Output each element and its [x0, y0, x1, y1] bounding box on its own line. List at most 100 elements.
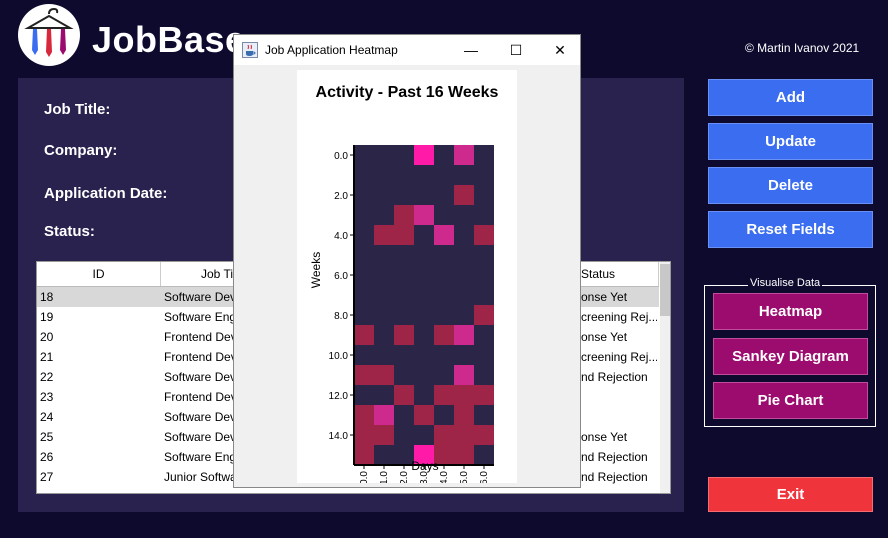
- heatmap-cell: [434, 385, 454, 405]
- heatmap-cell: [394, 145, 414, 165]
- status-label: Status:: [44, 223, 95, 240]
- cell-status: nd Rejection: [581, 470, 648, 484]
- cell-job-title: Software Eng: [164, 310, 236, 324]
- heatmap-cell: [434, 205, 454, 225]
- heatmap-cell: [414, 325, 434, 345]
- heatmap-cell: [434, 365, 454, 385]
- heatmap-cell: [434, 285, 454, 305]
- dialog-title: Job Application Heatmap: [265, 43, 398, 57]
- heatmap-cell: [394, 325, 414, 345]
- heatmap-cell: [474, 345, 494, 365]
- y-tick-label: 6.0: [334, 271, 348, 282]
- table-scrollbar[interactable]: [660, 262, 670, 493]
- heatmap-cell: [474, 225, 494, 245]
- y-tick-label: 0.0: [334, 151, 348, 162]
- x-tick-label: 6.0: [479, 471, 490, 483]
- x-tick-label: 5.0: [459, 471, 470, 483]
- heatmap-cell: [374, 325, 394, 345]
- heatmap-cell: [374, 385, 394, 405]
- heatmap-cell: [354, 225, 374, 245]
- heatmap-cell: [374, 265, 394, 285]
- cell-id: 23: [40, 390, 54, 404]
- heatmap-cell: [434, 425, 454, 445]
- heatmap-cell: [434, 225, 454, 245]
- heatmap-cell: [394, 185, 414, 205]
- column-header-status[interactable]: Status: [581, 262, 659, 286]
- y-tick-label: 14.0: [329, 431, 349, 442]
- heatmap-cell: [354, 405, 374, 425]
- heatmap-cell: [374, 425, 394, 445]
- close-icon[interactable]: ✕: [546, 39, 574, 61]
- heatmap-cell: [454, 205, 474, 225]
- cell-id: 26: [40, 450, 54, 464]
- cell-id: 20: [40, 330, 54, 344]
- heatmap-cell: [454, 445, 474, 465]
- heatmap-cell: [414, 145, 434, 165]
- app-title: JobBase: [92, 19, 246, 60]
- exit-button[interactable]: Exit: [708, 477, 873, 512]
- update-button[interactable]: Update: [708, 123, 873, 160]
- heatmap-cell: [414, 345, 434, 365]
- pie-chart-button[interactable]: Pie Chart: [713, 382, 868, 419]
- cell-status: nd Rejection: [581, 370, 648, 384]
- heatmap-cell: [454, 165, 474, 185]
- heatmap-cell: [354, 145, 374, 165]
- x-axis-label: Days: [411, 459, 438, 473]
- cell-job-title: Software Dev: [164, 430, 236, 444]
- chart-title: Activity - Past 16 Weeks: [316, 84, 499, 101]
- heatmap-cell: [394, 365, 414, 385]
- heatmap-cell: [474, 425, 494, 445]
- heatmap-chart-panel: Activity - Past 16 Weeks 0.0 2.0 4.0 6.0 8.0 1…: [297, 70, 517, 485]
- app-logo: [18, 4, 80, 66]
- heatmap-cell: [454, 325, 474, 345]
- heatmap-cell: [394, 245, 414, 265]
- heatmap-cell: [454, 345, 474, 365]
- heatmap-cell: [354, 365, 374, 385]
- add-button[interactable]: Add: [708, 79, 873, 116]
- table-scrollbar-thumb[interactable]: [660, 264, 670, 316]
- heatmap-cell: [394, 405, 414, 425]
- minimize-icon[interactable]: —: [457, 39, 485, 61]
- maximize-icon[interactable]: ☐: [502, 39, 530, 61]
- heatmap-button[interactable]: Heatmap: [713, 293, 868, 330]
- heatmap-cell: [434, 165, 454, 185]
- cell-job-title: Software Dev: [164, 370, 236, 384]
- heatmap-cell: [474, 405, 494, 425]
- heatmap-cell: [354, 165, 374, 185]
- cell-status: nd Rejection: [581, 450, 648, 464]
- cell-job-title: Software Dev: [164, 290, 236, 304]
- column-header-id[interactable]: ID: [37, 262, 161, 286]
- delete-button[interactable]: Delete: [708, 167, 873, 204]
- x-tick-label: 2.0: [399, 471, 410, 483]
- heatmap-cell: [474, 205, 494, 225]
- heatmap-cell: [474, 305, 494, 325]
- heatmap-cell: [374, 305, 394, 325]
- company-label: Company:: [44, 142, 118, 159]
- heatmap-cell: [414, 185, 434, 205]
- sankey-diagram-button[interactable]: Sankey Diagram: [713, 338, 868, 375]
- heatmap-chart: Activity - Past 16 Weeks 0.0 2.0 4.0 6.0 8.0 1…: [309, 84, 499, 485]
- heatmap-dialog[interactable]: Job Application Heatmap — ☐ ✕ Activity -…: [233, 34, 581, 488]
- heatmap-cell: [414, 225, 434, 245]
- heatmap-cell: [454, 245, 474, 265]
- heatmap-cell: [474, 365, 494, 385]
- heatmap-cell: [454, 185, 474, 205]
- heatmap-cell: [354, 385, 374, 405]
- heatmap-cell: [394, 425, 414, 445]
- heatmap-cell: [394, 265, 414, 285]
- heatmap-cell: [474, 245, 494, 265]
- heatmap-cell: [414, 285, 434, 305]
- cell-job-title: Frontend Dev: [164, 390, 236, 404]
- cell-id: 27: [40, 470, 54, 484]
- dialog-titlebar[interactable]: Job Application Heatmap — ☐ ✕: [234, 35, 580, 65]
- y-axis-label: Weeks: [309, 252, 323, 288]
- heatmap-cell: [474, 285, 494, 305]
- reset-fields-button[interactable]: Reset Fields: [708, 211, 873, 248]
- heatmap-cell: [354, 325, 374, 345]
- heatmap-cell: [474, 185, 494, 205]
- y-tick-label: 12.0: [329, 391, 349, 402]
- heatmap-cell: [354, 245, 374, 265]
- heatmap-cell: [374, 185, 394, 205]
- heatmap-cell: [474, 325, 494, 345]
- x-tick-label: 0.0: [359, 471, 370, 483]
